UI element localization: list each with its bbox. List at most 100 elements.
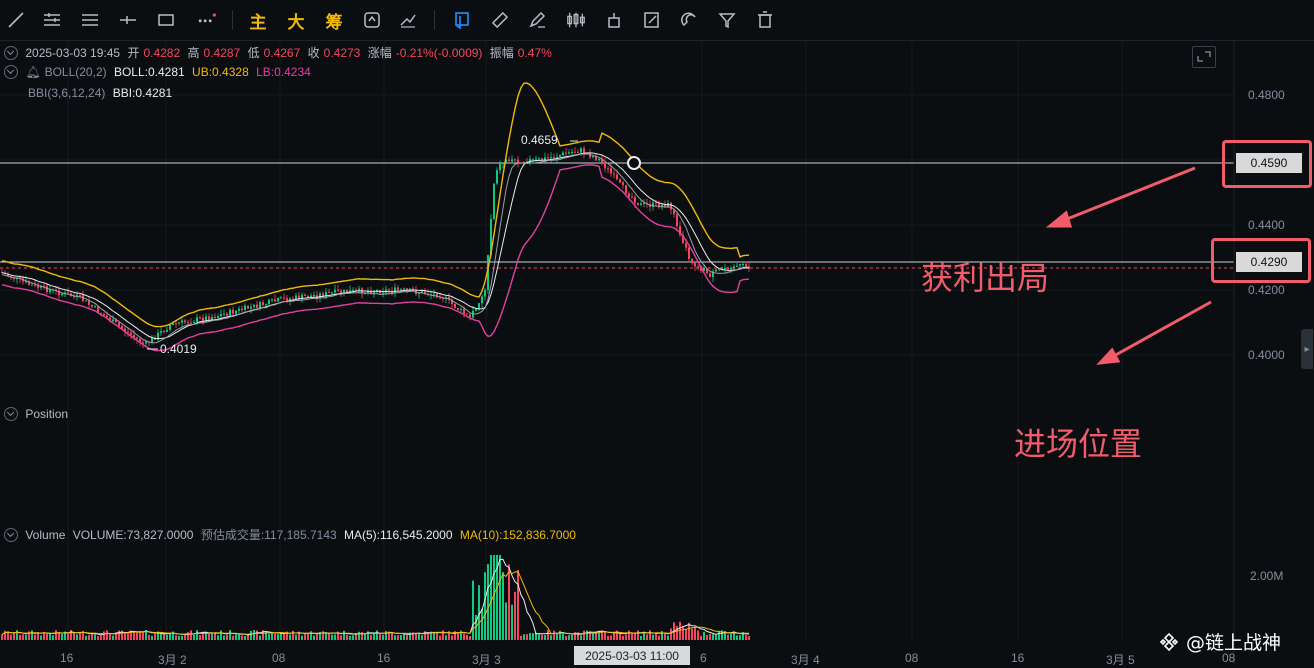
volume-bar	[97, 635, 99, 640]
candle-body	[280, 297, 282, 299]
volume-bar	[154, 633, 156, 640]
volume-bar	[391, 632, 393, 640]
time-axis-label: 3月 2	[158, 653, 187, 667]
candle-body	[400, 289, 402, 291]
volume-bar	[451, 635, 453, 640]
candle-body	[553, 157, 555, 159]
volume-bar	[748, 635, 750, 640]
price-chart[interactable]	[0, 0, 1314, 665]
volume-bar	[91, 633, 93, 640]
volume-bar	[382, 634, 384, 640]
volume-bar	[25, 634, 27, 640]
candle-body	[568, 152, 570, 154]
collapse-icon[interactable]	[4, 64, 18, 79]
candle-body	[460, 308, 462, 310]
volume-bar	[520, 635, 522, 640]
candle-body	[181, 320, 183, 323]
candle-body	[127, 331, 129, 333]
volume-bar	[178, 635, 180, 640]
volume-bar	[232, 635, 234, 640]
candle-body	[214, 316, 216, 318]
candle-body	[640, 203, 642, 206]
candle-body	[688, 247, 690, 259]
volume-bar	[703, 631, 705, 640]
volume-bar	[580, 635, 582, 640]
candle-body	[499, 163, 501, 171]
volume-bar	[727, 634, 729, 640]
volume-bar	[502, 572, 504, 640]
candle-body	[190, 322, 192, 324]
volume-bar	[94, 634, 96, 640]
candle-body	[457, 307, 459, 310]
candle-body	[397, 287, 399, 290]
volume-bar	[289, 634, 291, 640]
volume-bar	[34, 634, 36, 640]
candle-body	[496, 170, 498, 184]
watermark: @链上战神	[1158, 628, 1281, 655]
candle-body	[328, 291, 330, 293]
candle-body	[268, 299, 270, 305]
bell-icon[interactable]: 🔔︎	[25, 65, 40, 79]
volume-bar	[181, 635, 183, 640]
volume-bar	[586, 630, 588, 640]
candle-body	[94, 306, 96, 308]
candle-body	[538, 158, 540, 160]
candle-body	[556, 156, 558, 158]
candle-body	[604, 162, 606, 169]
volume-bar	[16, 630, 18, 640]
candle-body	[418, 293, 420, 295]
volume-bar	[274, 633, 276, 640]
volume-bar	[568, 635, 570, 640]
volume-bar	[505, 602, 507, 640]
price-axis-label: 0.4400	[1248, 218, 1285, 232]
candle-body	[241, 308, 243, 311]
candle-body	[559, 155, 561, 157]
candle-body	[571, 151, 573, 153]
collapse-icon[interactable]	[4, 406, 18, 421]
volume-bar	[592, 633, 594, 640]
candle-body	[730, 268, 732, 270]
volume-bar	[511, 604, 513, 640]
candle-body	[112, 319, 114, 322]
volume-bar	[517, 570, 519, 640]
expand-panel-chevron-icon[interactable]: ▸	[1301, 329, 1313, 369]
alert-handle	[627, 156, 641, 170]
candle-body	[403, 288, 405, 290]
collapse-icon[interactable]	[4, 45, 18, 60]
candle-body	[166, 329, 168, 332]
time-axis-label: 08	[905, 651, 919, 665]
volume-bar	[304, 633, 306, 640]
candle-body	[739, 264, 741, 266]
volume-bar	[112, 635, 114, 640]
time-axis-label: 16	[1011, 651, 1025, 665]
high-value: 0.4287	[203, 46, 241, 60]
volume-bar	[40, 635, 42, 640]
volume-bar	[61, 633, 63, 640]
candle-body	[619, 179, 621, 183]
candle-body	[196, 317, 198, 323]
volume-bar	[73, 633, 75, 640]
volume-bar	[52, 635, 54, 640]
volume-axis-label: 2.00M	[1250, 569, 1284, 583]
volume-bar	[646, 634, 648, 640]
volume-bar	[55, 630, 57, 640]
candle-body	[511, 159, 513, 162]
candle-body	[697, 266, 699, 268]
candle-body	[262, 302, 264, 306]
volume-bar	[421, 635, 423, 640]
candle-body	[733, 266, 735, 269]
candle-body	[169, 324, 171, 330]
volume-bar	[466, 634, 468, 640]
volume-bar	[697, 630, 699, 640]
candle-body	[238, 308, 240, 311]
volume-bar	[676, 626, 678, 640]
take-profit-highlight-box	[1222, 140, 1312, 188]
volume-bar	[604, 631, 606, 640]
volume-bar	[706, 634, 708, 640]
volume-bar	[358, 631, 360, 640]
collapse-icon[interactable]	[4, 527, 18, 542]
volume-bar	[445, 635, 447, 640]
volume-bar	[343, 630, 345, 640]
fullscreen-icon[interactable]	[1192, 46, 1216, 68]
candle-body	[91, 304, 93, 307]
